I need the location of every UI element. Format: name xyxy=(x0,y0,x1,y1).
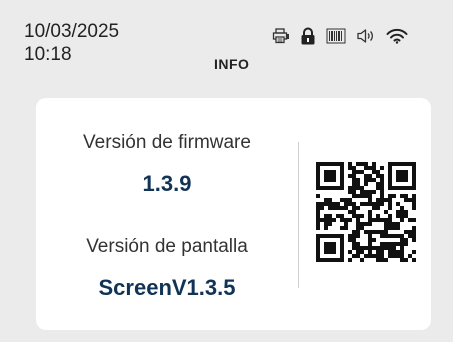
qr-code-icon xyxy=(316,162,416,262)
screen-version-value: ScreenV1.3.5 xyxy=(98,275,236,300)
page-title: INFO xyxy=(214,56,250,72)
status-bar xyxy=(272,27,408,45)
firmware-version-value: 1.3.9 xyxy=(142,171,192,196)
printer-icon xyxy=(272,28,290,44)
time-text: 10:18 xyxy=(24,44,72,65)
date-text: 10/03/2025 xyxy=(24,21,120,42)
version-info: Versión de firmware 1.3.9 Versión de pan… xyxy=(36,98,298,330)
speaker-icon xyxy=(356,28,376,44)
lock-icon xyxy=(300,27,316,45)
datetime: 10/03/2025 10:18 xyxy=(24,20,119,66)
firmware-version-label: Versión de firmware xyxy=(83,132,251,153)
divider xyxy=(298,142,299,288)
barcode-icon xyxy=(326,28,346,44)
wifi-icon xyxy=(386,28,408,44)
info-card: Versión de firmware 1.3.9 Versión de pan… xyxy=(36,98,431,330)
device-screen: 10/03/2025 10:18 INFO Versión de firmwar… xyxy=(8,0,453,342)
screen-version-label: Versión de pantalla xyxy=(86,236,248,257)
